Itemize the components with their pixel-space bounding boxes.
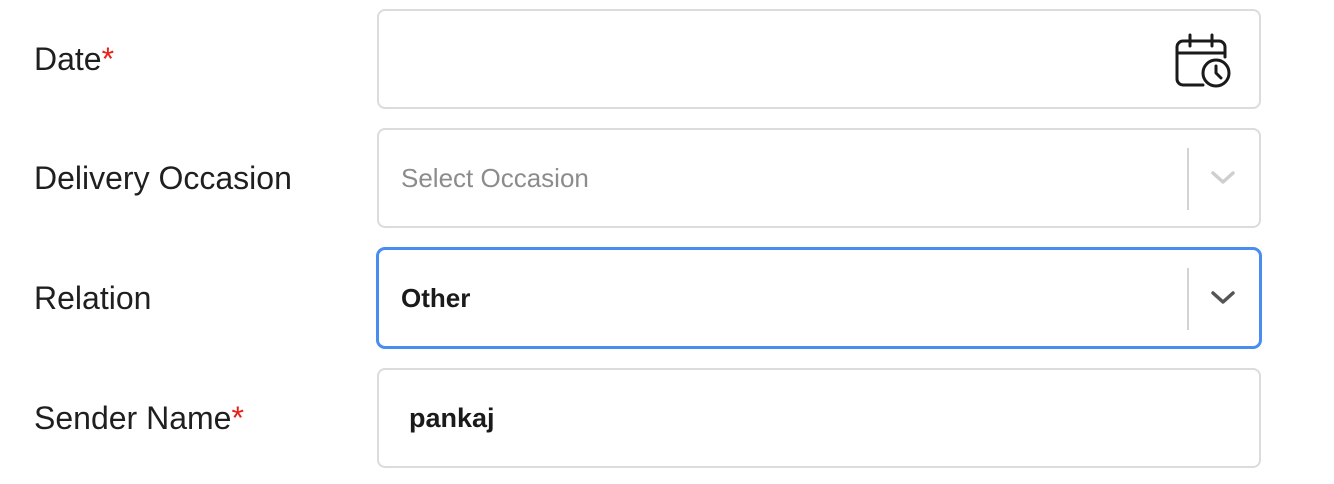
required-asterisk: * — [101, 41, 115, 77]
select-separator — [1187, 148, 1189, 210]
date-label-text: Date — [34, 41, 102, 77]
relation-value: Other — [401, 283, 471, 313]
chevron-down-icon[interactable] — [1209, 288, 1237, 308]
chevron-down-icon[interactable] — [1209, 168, 1237, 188]
delivery-occasion-select[interactable]: Select Occasion — [377, 128, 1261, 228]
delivery-occasion-label: Delivery Occasion — [34, 160, 292, 196]
date-field[interactable] — [377, 9, 1261, 109]
sender-name-row: Sender Name* pankaj — [0, 368, 1334, 468]
relation-row: Relation Other — [0, 248, 1334, 348]
calendar-clock-icon[interactable] — [1173, 33, 1233, 91]
date-row: Date* — [0, 9, 1334, 109]
sender-name-label-text: Sender Name — [34, 400, 232, 436]
required-asterisk: * — [231, 400, 244, 436]
sender-name-label: Sender Name* — [34, 368, 244, 468]
relation-label: Relation — [34, 280, 152, 316]
date-label: Date* — [34, 9, 114, 109]
select-separator — [1187, 268, 1189, 330]
sender-name-value: pankaj — [409, 403, 495, 433]
sender-name-input[interactable]: pankaj — [377, 368, 1261, 468]
delivery-occasion-row: Delivery Occasion Select Occasion — [0, 128, 1334, 228]
delivery-occasion-placeholder: Select Occasion — [401, 163, 589, 193]
relation-select[interactable]: Other — [377, 248, 1261, 348]
